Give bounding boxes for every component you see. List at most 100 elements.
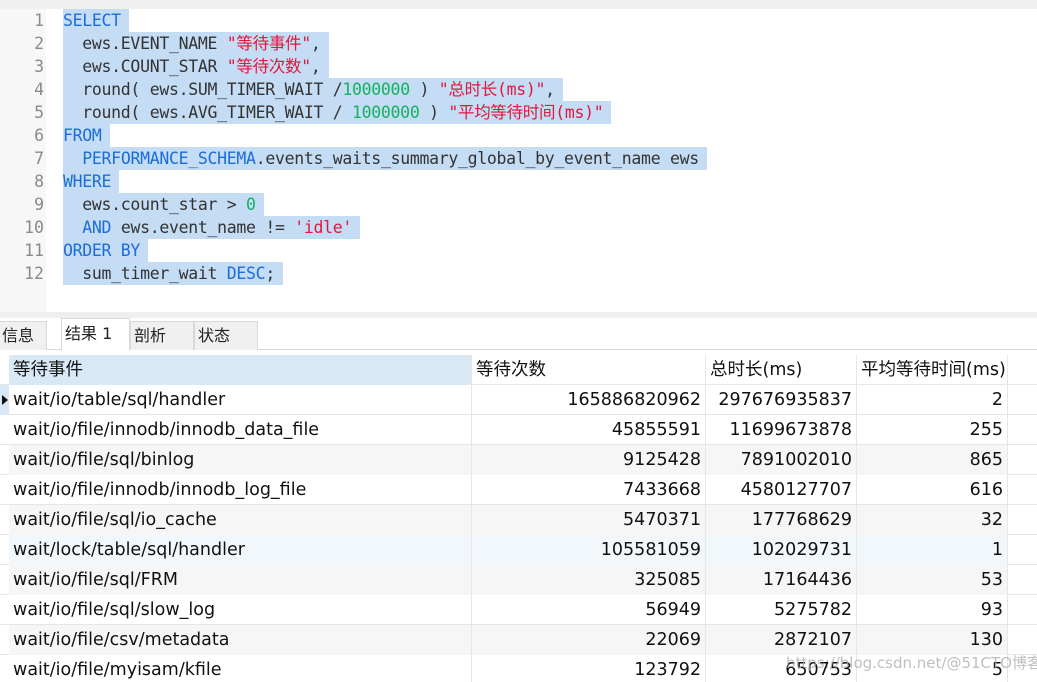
row-selector[interactable] [0,505,9,535]
code-line[interactable]: 4 round( ews.SUM_TIMER_WAIT /1000000 ) "… [0,78,1037,101]
cell-event[interactable]: wait/io/file/innodb/innodb_log_file [9,475,472,505]
code-text: sum_timer_wait DESC; [63,262,283,285]
sql-text: .events_waits_summary_global_by_event_na… [255,149,699,168]
cell-avg-time[interactable]: 865 [857,445,1008,475]
line-number: 5 [34,103,44,122]
grid-header: 等待事件 等待次数 总时长(ms) 平均等待时间(ms) [0,355,1037,385]
result-grid[interactable]: 等待事件 等待次数 总时长(ms) 平均等待时间(ms) wait/io/tab… [0,355,1037,682]
cell-event[interactable]: wait/io/file/sql/FRM [9,565,472,595]
row-selector[interactable] [0,475,9,505]
sql-text: , [310,34,321,53]
sql-text: ) [409,80,439,99]
column-header-total-time[interactable]: 总时长(ms) [706,355,857,385]
row-selector[interactable] [0,385,9,415]
sql-text: ews.EVENT_NAME [63,34,227,53]
table-row[interactable]: wait/io/table/sql/handler 165886820962 297… [0,385,1037,415]
sql-keyword: PERFORMANCE_SCHEMA [82,149,256,168]
cell-avg-time[interactable]: 53 [857,565,1008,595]
row-selector[interactable] [0,595,9,625]
cell-total-time[interactable]: 11699673878 [706,415,857,445]
cell-count[interactable]: 9125428 [472,445,706,475]
sql-keyword: SELECT [63,11,121,30]
table-row[interactable]: wait/lock/table/sql/handler 105581059 1020… [0,535,1037,565]
code-line[interactable]: 1 SELECT [0,9,1037,32]
cell-avg-time[interactable]: 255 [857,415,1008,445]
cell-count[interactable]: 56949 [472,595,706,625]
code-line[interactable]: 5 round( ews.AVG_TIMER_WAIT / 1000000 ) … [0,101,1037,124]
table-row[interactable]: wait/io/file/sql/io_cache 5470371 17776862… [0,505,1037,535]
code-text: round( ews.AVG_TIMER_WAIT / 1000000 ) "平… [63,101,612,124]
code-text: SELECT [63,9,129,32]
cell-count[interactable]: 7433668 [472,475,706,505]
row-selector[interactable] [0,415,9,445]
cell-count[interactable]: 22069 [472,625,706,655]
column-header-avg-time[interactable]: 平均等待时间(ms) [857,355,1008,385]
row-selector[interactable] [0,445,9,475]
cell-avg-time[interactable]: 32 [857,505,1008,535]
result-tabs: 信息 结果 1 剖析 状态 [0,318,1037,351]
table-row[interactable]: wait/io/file/innodb/innodb_data_file 4585… [0,415,1037,445]
line-number: 8 [34,172,44,191]
cell-total-time[interactable]: 7891002010 [706,445,857,475]
code-line[interactable]: 12 sum_timer_wait DESC; [0,262,1037,285]
cell-avg-time[interactable]: 616 [857,475,1008,505]
cell-event[interactable]: wait/io/file/sql/slow_log [9,595,472,625]
code-line[interactable]: 8 WHERE [0,170,1037,193]
grid-body: wait/io/table/sql/handler 165886820962 297… [0,385,1037,682]
table-row[interactable]: wait/io/file/innodb/innodb_log_file 74336… [0,475,1037,505]
cell-event[interactable]: wait/lock/table/sql/handler [9,535,472,565]
tab-status[interactable]: 状态 [194,321,258,350]
cell-event[interactable]: wait/io/file/sql/binlog [9,445,472,475]
cell-count[interactable]: 165886820962 [472,385,706,415]
tab-result-1[interactable]: 结果 1 [61,318,130,351]
tab-info[interactable]: 信息 [0,321,47,350]
code-line[interactable]: 11 ORDER BY [0,239,1037,262]
code-text: ews.count_star > 0 [63,193,264,216]
code-line[interactable]: 2 ews.EVENT_NAME "等待事件", [0,32,1037,55]
cell-count[interactable]: 123792 [472,655,706,682]
cell-total-time[interactable]: 297676935837 [706,385,857,415]
row-selector[interactable] [0,565,9,595]
sql-keyword: WHERE [63,172,112,191]
cell-event[interactable]: wait/io/table/sql/handler [9,385,472,415]
cell-event[interactable]: wait/io/file/myisam/kfile [9,655,472,682]
table-row[interactable]: wait/io/file/sql/binlog 9125428 7891002010… [0,445,1037,475]
code-line[interactable]: 9 ews.count_star > 0 [0,193,1037,216]
code-line[interactable]: 3 ews.COUNT_STAR "等待次数", [0,55,1037,78]
cell-count[interactable]: 5470371 [472,505,706,535]
tab-profile[interactable]: 剖析 [130,321,194,350]
cell-total-time[interactable]: 5275782 [706,595,857,625]
row-selector[interactable] [0,655,9,682]
cell-count[interactable]: 45855591 [472,415,706,445]
line-number: 10 [24,218,44,237]
cell-count[interactable]: 325085 [472,565,706,595]
cell-total-time[interactable]: 4580127707 [706,475,857,505]
table-row[interactable]: wait/io/file/sql/FRM 325085 17164436 53 [0,565,1037,595]
cell-avg-time[interactable]: 93 [857,595,1008,625]
sql-number: 1000000 [342,80,410,99]
table-row[interactable]: wait/io/file/sql/slow_log 56949 5275782 93 [0,595,1037,625]
code-line[interactable]: 7 PERFORMANCE_SCHEMA.events_waits_summar… [0,147,1037,170]
cell-count[interactable]: 105581059 [472,535,706,565]
table-row[interactable]: wait/io/file/csv/metadata 22069 2872107 130 [0,625,1037,655]
cell-avg-time[interactable]: 1 [857,535,1008,565]
row-selector[interactable] [0,535,9,565]
cell-avg-time[interactable]: 130 [857,625,1008,655]
code-area[interactable]: 1 SELECT 2 ews.EVENT_NAME "等待事件", 3 ews.COU… [0,9,1037,285]
sql-editor[interactable]: 1 SELECT 2 ews.EVENT_NAME "等待事件", 3 ews.COU… [0,0,1037,318]
cell-event[interactable]: wait/io/file/csv/metadata [9,625,472,655]
cell-event[interactable]: wait/io/file/innodb/innodb_data_file [9,415,472,445]
column-header-event[interactable]: 等待事件 [9,355,472,385]
code-text: FROM [63,124,110,147]
cell-total-time[interactable]: 2872107 [706,625,857,655]
cell-total-time[interactable]: 177768629 [706,505,857,535]
cell-avg-time[interactable]: 2 [857,385,1008,415]
code-line[interactable]: 10 AND ews.event_name != 'idle' [0,216,1037,239]
cell-event[interactable]: wait/io/file/sql/io_cache [9,505,472,535]
row-selector[interactable] [0,625,9,655]
cell-total-time[interactable]: 17164436 [706,565,857,595]
code-line[interactable]: 6 FROM [0,124,1037,147]
cell-total-time[interactable]: 102029731 [706,535,857,565]
column-header-count[interactable]: 等待次数 [472,355,706,385]
sql-keyword: AND [82,218,112,237]
